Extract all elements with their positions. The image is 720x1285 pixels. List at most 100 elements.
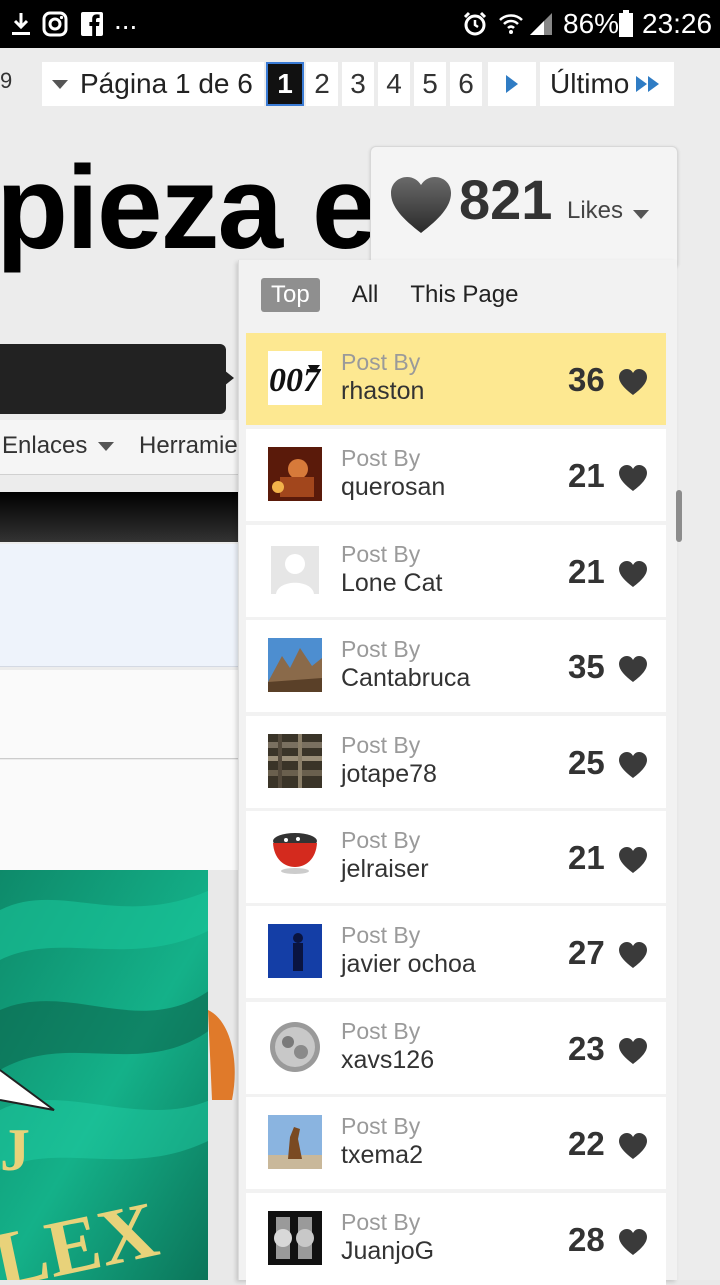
- last-page-button[interactable]: Último: [540, 62, 674, 106]
- search-bar-dark[interactable]: [0, 344, 226, 414]
- page-5-button[interactable]: 5: [414, 62, 446, 106]
- liker-row[interactable]: Post By txema2 22: [246, 1097, 666, 1189]
- likes-tabs: Top All This Page: [261, 278, 544, 312]
- facebook-icon: [80, 10, 104, 38]
- liker-row[interactable]: Post By querosan 21: [246, 429, 666, 521]
- likes-count: 821: [459, 168, 553, 231]
- heart-icon: [619, 369, 647, 395]
- caret-down-icon: [52, 79, 68, 89]
- page-4-button[interactable]: 4: [378, 62, 410, 106]
- fast-forward-icon: [636, 76, 660, 92]
- username[interactable]: xavs126: [341, 1046, 434, 1075]
- pager-prev-fragment[interactable]: 9: [0, 68, 32, 104]
- battery-percent: 86%: [563, 8, 620, 39]
- nav-herramientas[interactable]: Herramie: [139, 432, 238, 460]
- liker-row[interactable]: Post By Lone Cat 21: [246, 525, 666, 617]
- like-count: 21: [568, 457, 605, 494]
- likes-dropdown-caret-icon[interactable]: [633, 210, 649, 219]
- liker-row[interactable]: Post By jelraiser 21: [246, 811, 666, 903]
- heart-icon: [619, 942, 647, 968]
- username[interactable]: Lone Cat: [341, 569, 442, 598]
- avatar-dog-statue: [268, 1115, 322, 1169]
- liker-row[interactable]: Post By xavs126 23: [246, 1002, 666, 1094]
- avatar-default-user: [268, 543, 322, 597]
- like-count: 27: [568, 934, 605, 971]
- play-right-icon: [506, 75, 518, 93]
- likes-summary-card[interactable]: 821 Likes: [370, 146, 678, 268]
- like-count: 22: [568, 1125, 605, 1162]
- page-jump-dropdown[interactable]: Página 1 de 6: [42, 62, 264, 106]
- username[interactable]: Cantabruca: [341, 664, 470, 693]
- username[interactable]: querosan: [341, 473, 445, 502]
- tab-this-page[interactable]: This Page: [404, 278, 524, 312]
- username[interactable]: rhaston: [341, 377, 424, 406]
- post-by-label: Post By: [341, 349, 421, 375]
- clock: 23:26: [642, 8, 713, 39]
- like-count: 36: [568, 361, 605, 398]
- forum-nav-bar: Enlaces Herramie: [0, 420, 240, 475]
- avatar-mountains: [268, 638, 322, 692]
- next-page-button[interactable]: [488, 62, 536, 106]
- username[interactable]: javier ochoa: [341, 950, 476, 979]
- avatar-silhouette: [268, 924, 322, 978]
- caret-down-icon: [98, 442, 115, 452]
- heart-icon: [619, 465, 647, 491]
- liker-row[interactable]: Post By javier ochoa 27: [246, 906, 666, 998]
- post-by-label: Post By: [341, 732, 421, 758]
- dark-bar-pointer: [224, 370, 234, 386]
- like-count: 23: [568, 1030, 605, 1067]
- page-3-button[interactable]: 3: [342, 62, 374, 106]
- likes-label: Likes: [567, 197, 624, 224]
- post-by-label: Post By: [341, 1113, 421, 1139]
- liker-row[interactable]: Post By jotape78 25: [246, 716, 666, 808]
- username[interactable]: txema2: [341, 1141, 423, 1170]
- heart-icon: [619, 1229, 647, 1255]
- heart-icon: [619, 752, 647, 778]
- page-1-button[interactable]: 1: [266, 62, 304, 106]
- battery-icon: [618, 10, 634, 38]
- signal-icon: [528, 10, 554, 38]
- liker-row[interactable]: Post By Cantabruca 35: [246, 620, 666, 712]
- dropdown-scrollbar[interactable]: [676, 490, 682, 542]
- post-image-rolex-sign: LEX J: [0, 870, 240, 1280]
- like-count: 28: [568, 1221, 605, 1258]
- heart-icon: [619, 656, 647, 682]
- post-by-label: Post By: [341, 827, 421, 853]
- post-by-label: Post By: [341, 636, 421, 662]
- post-by-label: Post By: [341, 445, 421, 471]
- heart-icon: [619, 561, 647, 587]
- username[interactable]: jotape78: [341, 760, 437, 789]
- heart-icon: [619, 1133, 647, 1159]
- page-2-button[interactable]: 2: [306, 62, 338, 106]
- liker-row[interactable]: 007 Post By rhaston 36: [246, 333, 666, 425]
- avatar-painting: [268, 447, 322, 501]
- avatar-watches: [268, 1211, 322, 1265]
- post-body-panel-2: [0, 760, 240, 870]
- tab-all[interactable]: All: [346, 278, 385, 312]
- avatar-city-aerial: [268, 734, 322, 788]
- alarm-icon: [462, 10, 488, 38]
- like-count: 21: [568, 839, 605, 876]
- avatar-watch-movement: [268, 1020, 322, 1074]
- heart-icon: [391, 177, 451, 233]
- more-notifications: ...: [114, 4, 138, 35]
- nav-enlaces-label: Enlaces: [2, 432, 88, 459]
- page-6-button[interactable]: 6: [450, 62, 482, 106]
- tab-top[interactable]: Top: [261, 278, 320, 312]
- like-count: 25: [568, 744, 605, 781]
- nav-enlaces[interactable]: Enlaces: [2, 432, 115, 460]
- liker-row[interactable]: Post By JuanjoG 28: [246, 1193, 666, 1285]
- download-icon: [10, 10, 32, 38]
- last-page-label: Último: [550, 68, 630, 99]
- post-by-label: Post By: [341, 1018, 421, 1044]
- section-header-strip: [0, 492, 240, 542]
- like-count: 21: [568, 553, 605, 590]
- post-by-label: Post By: [341, 541, 421, 567]
- thread-title: pieza el: [0, 142, 408, 274]
- username[interactable]: JuanjoG: [341, 1237, 434, 1266]
- post-header-panel: [0, 544, 240, 667]
- post-by-label: Post By: [341, 1209, 421, 1235]
- username[interactable]: jelraiser: [341, 855, 429, 884]
- avatar-007-logo: 007: [268, 351, 322, 405]
- post-by-label: Post By: [341, 922, 421, 948]
